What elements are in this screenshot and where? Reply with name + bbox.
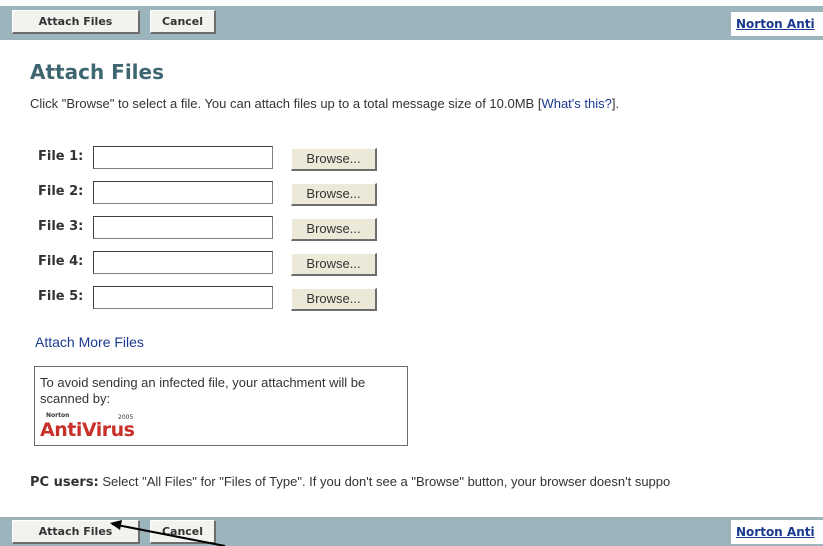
cancel-button[interactable]: Cancel [150, 10, 216, 34]
antivirus-scan-notice: To avoid sending an infected file, your … [34, 366, 408, 446]
attach-more-files-link[interactable]: Attach More Files [35, 334, 144, 350]
file-4-browse-button[interactable]: Browse... [291, 253, 377, 276]
intro-text: Click "Browse" to select a file. You can… [30, 96, 619, 111]
file-1-input[interactable] [93, 146, 273, 169]
logo-antivirus-text: AntiVirus [40, 419, 135, 441]
pc-users-label: PC users: [30, 475, 99, 490]
file-3-browse-button[interactable]: Browse... [291, 218, 377, 241]
norton-antivirus-link-bottom[interactable]: Norton Anti [731, 520, 823, 544]
norton-antivirus-logo: Norton 2005 AntiVirus [40, 412, 150, 442]
pc-users-text: Select "All Files" for "Files of Type". … [98, 474, 671, 489]
file-5-label: File 5: [38, 289, 84, 304]
pc-users-note: PC users: Select "All Files" for "Files … [30, 474, 823, 490]
file-2-input[interactable] [93, 181, 273, 204]
scan-notice-text: To avoid sending an infected file, your … [40, 375, 366, 406]
file-3-label: File 3: [38, 219, 84, 234]
top-toolbar: Attach Files Cancel Norton Anti [0, 6, 823, 40]
attach-files-button[interactable]: Attach Files [12, 10, 140, 34]
norton-antivirus-link[interactable]: Norton Anti [731, 12, 823, 36]
file-3-input[interactable] [93, 216, 273, 239]
file-1-browse-button[interactable]: Browse... [291, 148, 377, 171]
file-4-label: File 4: [38, 254, 84, 269]
file-5-input[interactable] [93, 286, 273, 309]
file-1-label: File 1: [38, 149, 84, 164]
intro-body: Click "Browse" to select a file. You can… [30, 96, 542, 111]
intro-end: ]. [611, 96, 620, 111]
file-2-label: File 2: [38, 184, 84, 199]
file-2-browse-button[interactable]: Browse... [291, 183, 377, 206]
file-5-browse-button[interactable]: Browse... [291, 288, 377, 311]
bottom-toolbar: Attach Files Cancel Norton Anti [0, 517, 823, 546]
cancel-button-bottom[interactable]: Cancel [150, 520, 216, 544]
logo-norton-text: Norton [46, 412, 70, 419]
page-title: Attach Files [30, 60, 164, 84]
attach-files-button-bottom[interactable]: Attach Files [12, 520, 140, 544]
whats-this-link[interactable]: What's this? [541, 96, 611, 111]
file-4-input[interactable] [93, 251, 273, 274]
